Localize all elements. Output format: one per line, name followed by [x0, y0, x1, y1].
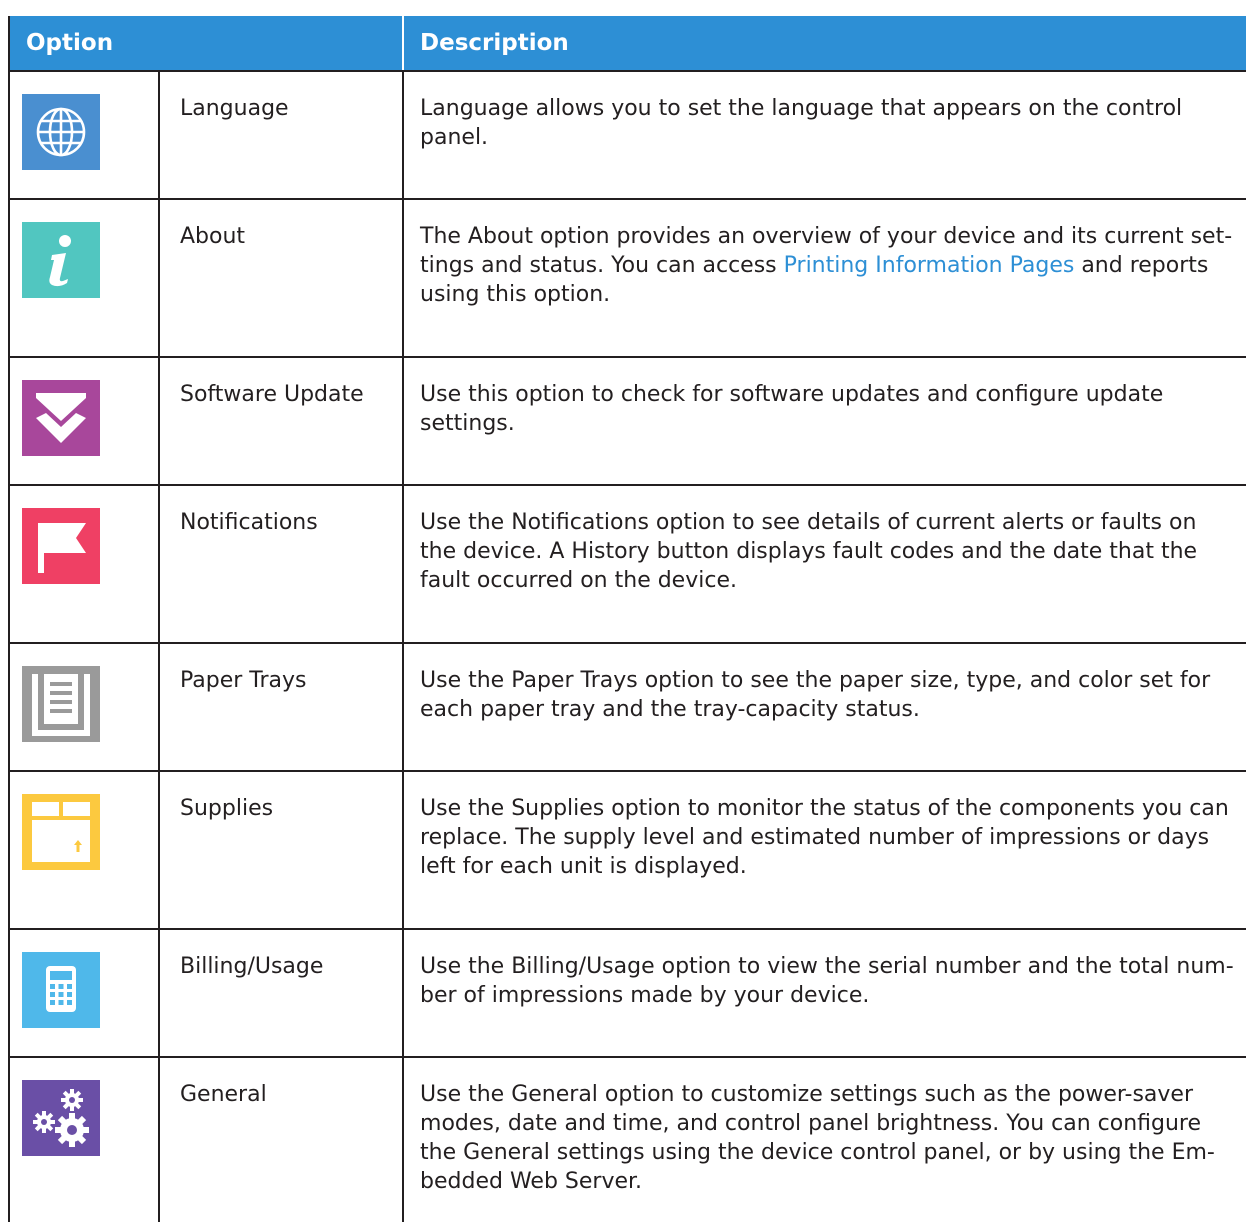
download-chevron-icon	[22, 380, 100, 456]
option-name: Language	[157, 71, 404, 200]
table-header-row: Option Description	[7, 16, 1246, 72]
paper-tray-icon	[22, 666, 100, 742]
table-row-supplies: Supplies Use the Supplies option to moni…	[8, 771, 1246, 930]
option-description: The About option provides an overview of…	[402, 199, 1246, 358]
option-column-header: Option	[7, 16, 404, 72]
option-name: About	[157, 199, 404, 358]
option-description: Use the Notifications option to see deta…	[402, 485, 1246, 644]
calculator-icon	[22, 952, 100, 1028]
printing-information-pages-link[interactable]: Printing Information Pages	[784, 253, 1075, 278]
gears-icon	[22, 1080, 100, 1156]
table-row-billing-usage: Billing/Usage Use the Billing/Usage opti…	[8, 929, 1246, 1058]
options-table: Option Description Language Language all…	[7, 16, 1246, 1222]
table-row-paper-trays: Paper Trays Use the Paper Trays option t…	[8, 643, 1246, 772]
option-description: Use the Billing/Usage option to view the…	[402, 929, 1246, 1058]
supply-box-icon	[22, 794, 100, 870]
table-row-about: About The About option provides an overv…	[8, 199, 1246, 358]
option-description: Use this option to check for software up…	[402, 357, 1246, 486]
table-row-general: General Use the General option to custom…	[8, 1057, 1246, 1222]
description-column-header: Description	[402, 16, 1246, 72]
option-description: Language allows you to set the language …	[402, 71, 1246, 200]
option-name: Notifications	[157, 485, 404, 644]
table-row-notifications: Notifications Use the Notifications opti…	[8, 485, 1246, 644]
flag-icon	[22, 508, 100, 584]
info-icon	[22, 222, 100, 298]
option-name: Paper Trays	[157, 643, 404, 772]
option-name: General	[157, 1057, 404, 1222]
option-name: Supplies	[157, 771, 404, 930]
option-description: Use the General option to customize sett…	[402, 1057, 1246, 1222]
table-row-language: Language Language allows you to set the …	[8, 71, 1246, 200]
globe-icon	[22, 94, 100, 170]
option-name: Software Update	[157, 357, 404, 486]
option-name: Billing/Usage	[157, 929, 404, 1058]
option-description: Use the Paper Trays option to see the pa…	[402, 643, 1246, 772]
option-description: Use the Supplies option to monitor the s…	[402, 771, 1246, 930]
table-row-software-update: Software Update Use this option to check…	[8, 357, 1246, 486]
